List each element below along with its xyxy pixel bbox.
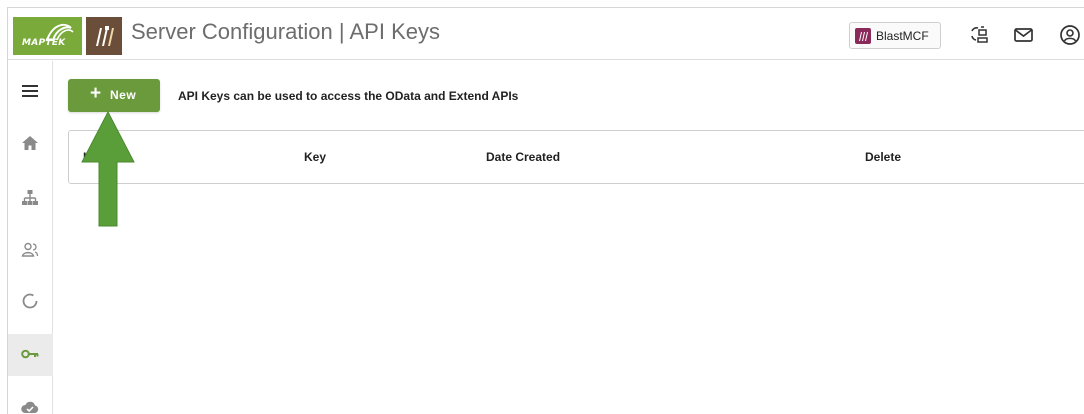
mail-icon[interactable] [1011,22,1037,48]
top-header: MAPTEK Server Configuration | API Keys B… [8,8,1084,60]
sidebar-menu-toggle[interactable] [8,71,53,113]
user-account-icon[interactable] [1057,22,1083,48]
users-icon [21,242,39,257]
sync-status-icon[interactable] [966,22,992,48]
api-keys-table: L Key Date Created Delete [68,130,1084,184]
sidebar-item-users[interactable] [8,230,53,272]
annotation-arrow-up-icon [81,110,135,227]
site-selector-label: BlastMCF [876,29,929,43]
maptek-logo[interactable]: MAPTEK [13,17,82,55]
left-sidebar [8,61,53,414]
api-keys-description: API Keys can be used to access the OData… [178,89,519,103]
column-header-key[interactable]: Key [304,150,326,164]
sidebar-item-hierarchy[interactable] [8,178,53,220]
plus-icon: + [90,83,102,104]
app-logo-icon [96,26,114,46]
menu-icon [22,85,38,97]
sidebar-item-api-keys[interactable] [8,334,53,376]
sidebar-item-cloud[interactable] [8,387,53,414]
cloud-check-icon [21,401,39,413]
blastlogic-app-logo[interactable] [86,17,122,55]
sidebar-item-progress[interactable] [8,281,53,323]
hierarchy-icon [22,190,38,205]
app-window: MAPTEK Server Configuration | API Keys B… [7,7,1084,414]
key-icon [21,349,39,359]
column-header-date-created[interactable]: Date Created [486,150,560,164]
home-icon [22,136,38,150]
site-icon [855,28,871,44]
sidebar-item-home[interactable] [8,123,53,165]
column-header-delete[interactable]: Delete [865,150,901,164]
new-button-label: New [110,88,137,102]
site-selector[interactable]: BlastMCF [849,22,941,49]
maptek-logo-text: MAPTEK [22,38,66,48]
page-title: Server Configuration | API Keys [131,19,440,44]
circle-progress-icon [22,293,38,309]
